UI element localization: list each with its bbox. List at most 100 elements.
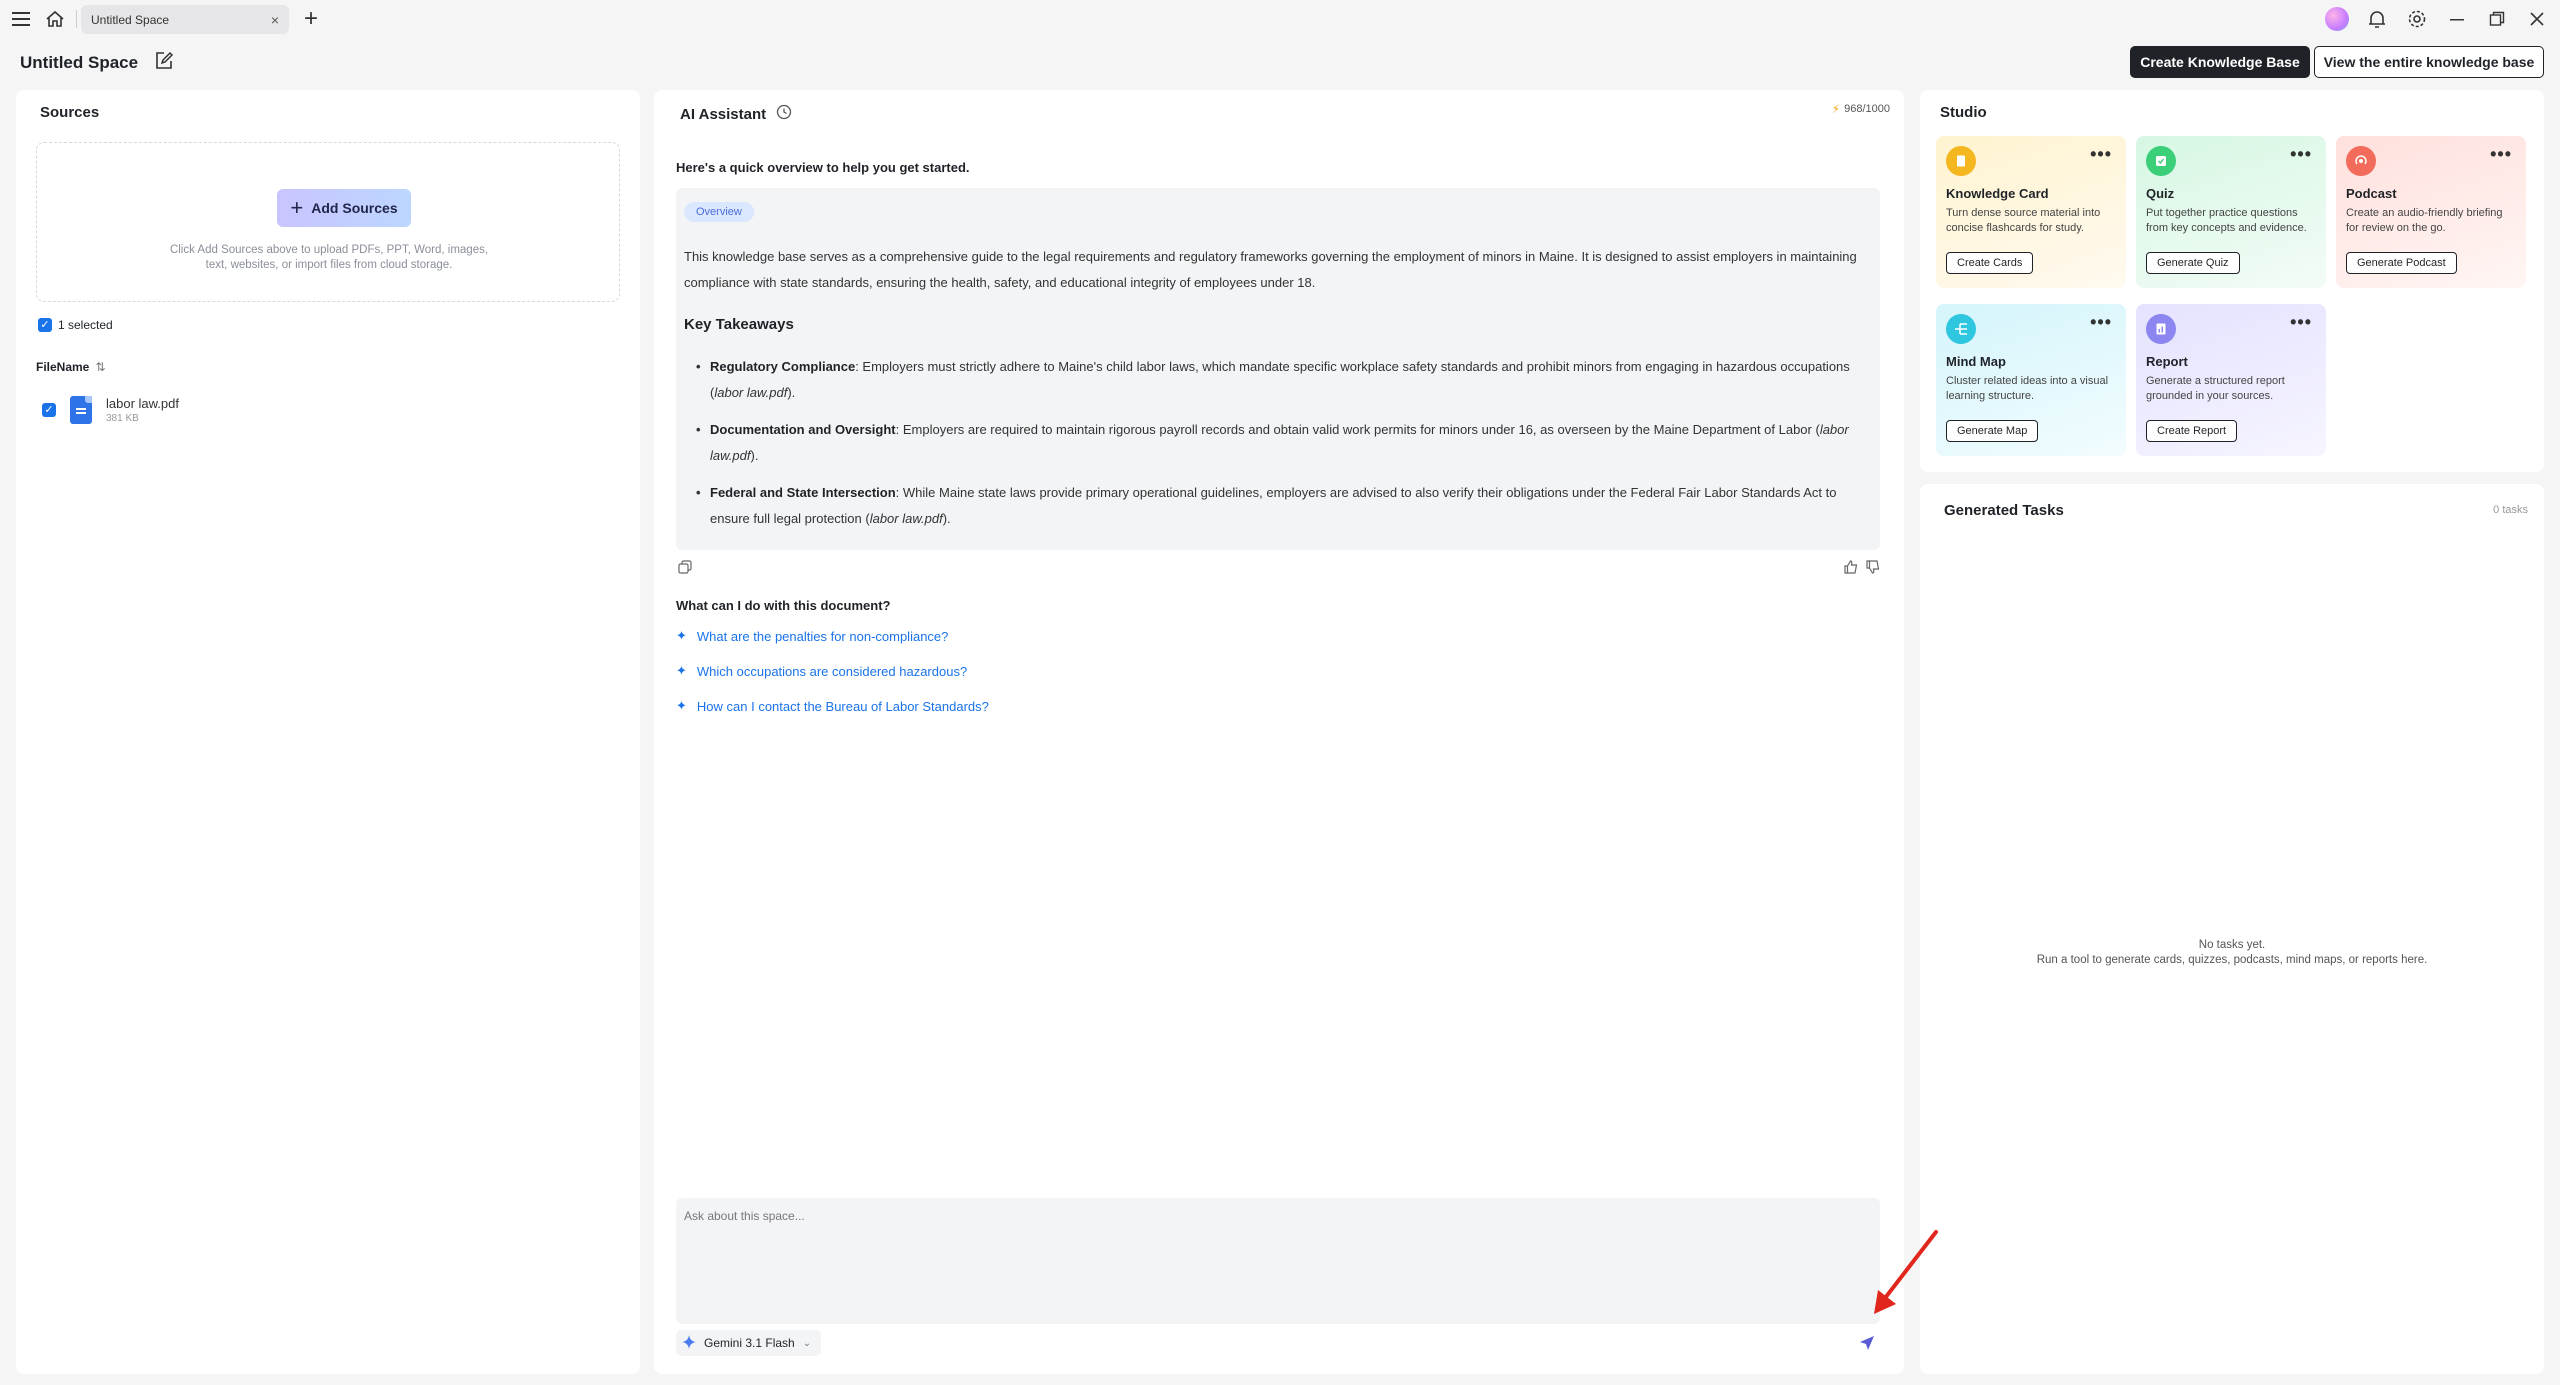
suggestion-item[interactable]: ✦ What are the penalties for non-complia…	[676, 628, 948, 644]
overview-chip: Overview	[684, 202, 754, 222]
report-icon	[2146, 314, 2176, 344]
file-checkbox[interactable]: ✓	[42, 403, 56, 417]
chat-input-area[interactable]	[676, 1198, 1880, 1324]
filename-header-label: FileName	[36, 360, 90, 374]
takeaway-body: : Employers must strictly adhere to Main…	[710, 359, 1850, 400]
empty-state-line: Run a tool to generate cards, quizzes, p…	[2036, 954, 2428, 966]
more-options-icon[interactable]: •••	[2290, 144, 2312, 165]
bell-icon[interactable]	[2360, 0, 2394, 38]
home-icon[interactable]	[36, 0, 74, 38]
list-item: Federal and State Intersection: While Ma…	[696, 480, 1876, 532]
view-knowledge-base-button[interactable]: View the entire knowledge base	[2314, 46, 2544, 78]
menu-icon[interactable]	[2, 0, 40, 38]
more-options-icon[interactable]: •••	[2490, 144, 2512, 165]
overview-message: Overview This knowledge base serves as a…	[676, 188, 1880, 550]
ai-assistant-header: AI Assistant	[680, 104, 792, 124]
add-sources-label: Add Sources	[311, 200, 398, 216]
tool-card-quiz[interactable]: ••• Quiz Put together practice questions…	[2136, 136, 2326, 288]
citation[interactable]: labor law.pdf	[870, 511, 943, 526]
sort-icon[interactable]: ⇅	[95, 360, 105, 374]
tool-description: Turn dense source material into concise …	[1946, 207, 2101, 234]
key-takeaways-title: Key Takeaways	[684, 316, 794, 333]
citation[interactable]: labor law.pdf	[714, 385, 787, 400]
feedback-buttons	[1844, 560, 1880, 579]
suggestion-item[interactable]: ✦ How can I contact the Bureau of Labor …	[676, 698, 989, 714]
takeaway-tail: ).	[787, 385, 796, 400]
plus-icon: +	[290, 195, 304, 220]
copy-icon[interactable]	[678, 560, 692, 574]
file-size: 381 KB	[106, 413, 139, 424]
sparkle-icon: ✦	[676, 698, 687, 713]
generate-quiz-button[interactable]: Generate Quiz	[2146, 252, 2240, 274]
tool-card-mind-map[interactable]: ••• Mind Map Cluster related ideas into …	[1936, 304, 2126, 456]
studio-panel: Studio ••• Knowledge Card Turn dense sou…	[1920, 90, 2544, 472]
send-button[interactable]	[1858, 1334, 1880, 1356]
close-icon[interactable]	[2520, 0, 2554, 38]
gear-icon[interactable]	[2400, 0, 2434, 38]
tab-label: Untitled Space	[91, 12, 170, 27]
tab-close-icon[interactable]: ×	[271, 12, 279, 28]
sparkle-icon: ✦	[676, 628, 687, 643]
card-icon	[1946, 146, 1976, 176]
select-all-row[interactable]: ✓ 1 selected	[38, 318, 113, 332]
more-options-icon[interactable]: •••	[2090, 144, 2112, 165]
tool-name: Mind Map	[1946, 354, 2006, 369]
tool-description: Create an audio-friendly briefing for re…	[2346, 207, 2503, 234]
intro-text: Here's a quick overview to help you get …	[676, 160, 970, 175]
annotation-arrow-icon	[1874, 1230, 1938, 1314]
tool-name: Quiz	[2146, 186, 2175, 201]
tool-card-report[interactable]: ••• Report Generate a structured report …	[2136, 304, 2326, 456]
sources-title: Sources	[40, 104, 100, 121]
suggestion-text[interactable]: How can I contact the Bureau of Labor St…	[697, 699, 989, 714]
upload-help-text: Click Add Sources above to upload PDFs, …	[97, 243, 561, 273]
title-bar: Untitled Space × +	[0, 0, 2560, 38]
mindmap-icon	[1946, 314, 1976, 344]
generate-podcast-button[interactable]: Generate Podcast	[2346, 252, 2457, 274]
studio-title: Studio	[1940, 104, 1987, 121]
history-icon[interactable]	[776, 104, 792, 124]
tab-untitled-space[interactable]: Untitled Space ×	[81, 5, 289, 34]
add-sources-button[interactable]: + Add Sources	[277, 189, 411, 227]
create-report-button[interactable]: Create Report	[2146, 420, 2238, 442]
tool-name: Podcast	[2346, 186, 2397, 201]
edit-icon[interactable]	[154, 51, 174, 76]
tool-card-knowledge-card[interactable]: ••• Knowledge Card Turn dense source mat…	[1936, 136, 2126, 288]
more-options-icon[interactable]: •••	[2290, 312, 2312, 333]
filename-column-header[interactable]: FileName ⇅	[36, 360, 105, 374]
model-label: Gemini 3.1 Flash	[704, 1336, 795, 1350]
more-options-icon[interactable]: •••	[2090, 312, 2112, 333]
create-knowledge-base-button[interactable]: Create Knowledge Base	[2130, 46, 2310, 78]
restore-icon[interactable]	[2480, 0, 2514, 38]
avatar-icon[interactable]	[2320, 0, 2354, 38]
ai-assistant-title: AI Assistant	[680, 105, 767, 123]
model-selector[interactable]: Gemini 3.1 Flash ⌄	[676, 1330, 822, 1356]
select-all-checkbox[interactable]: ✓	[38, 318, 52, 332]
thumbs-down-icon[interactable]	[1866, 560, 1880, 579]
takeaway-head: Documentation and Oversight	[710, 422, 896, 437]
tab-separator	[76, 10, 77, 28]
generated-tasks-panel: Generated Tasks 0 tasks No tasks yet. Ru…	[1920, 484, 2544, 1374]
file-row[interactable]: ✓ labor law.pdf 381 KB	[42, 396, 179, 424]
tasks-count: 0 tasks	[2493, 504, 2528, 516]
suggestion-item[interactable]: ✦ Which occupations are considered hazar…	[676, 663, 967, 679]
empty-state-line: No tasks yet.	[2198, 939, 2266, 951]
minimize-icon[interactable]	[2440, 0, 2474, 38]
suggestions-title: What can I do with this document?	[676, 598, 891, 613]
thumbs-up-icon[interactable]	[1844, 560, 1858, 579]
quiz-icon	[2146, 146, 2176, 176]
suggestion-text[interactable]: What are the penalties for non-complianc…	[697, 629, 948, 644]
generate-map-button[interactable]: Generate Map	[1946, 420, 2039, 442]
new-tab-button[interactable]: +	[296, 4, 326, 34]
upload-dropzone[interactable]: + Add Sources Click Add Sources above to…	[36, 142, 620, 302]
selected-count: 1 selected	[58, 318, 113, 332]
takeaway-tail: ).	[750, 448, 759, 463]
tasks-title: Generated Tasks	[1944, 502, 2064, 519]
takeaway-head: Federal and State Intersection	[710, 485, 896, 500]
suggestion-text[interactable]: Which occupations are considered hazardo…	[697, 664, 967, 679]
tool-card-podcast[interactable]: ••• Podcast Create an audio-friendly bri…	[2336, 136, 2526, 288]
file-info: labor law.pdf 381 KB	[106, 396, 179, 424]
list-item: Regulatory Compliance: Employers must st…	[696, 354, 1876, 406]
create-cards-button[interactable]: Create Cards	[1946, 252, 2034, 274]
chat-input[interactable]	[684, 1206, 1864, 1226]
upload-help-line: Click Add Sources above to upload PDFs, …	[169, 244, 489, 256]
